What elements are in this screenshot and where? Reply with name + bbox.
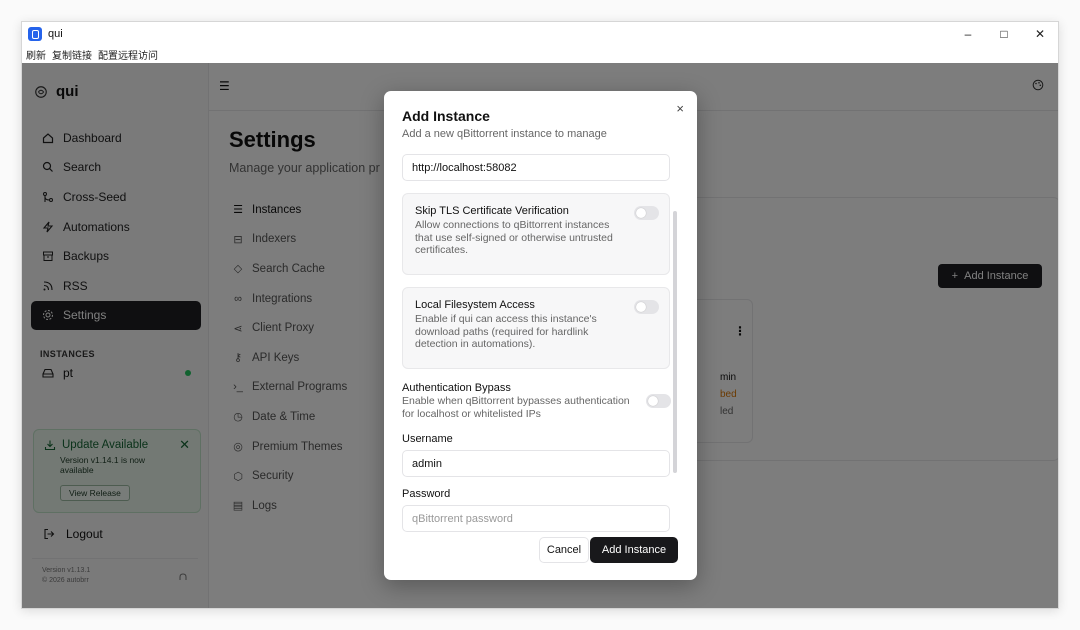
password-label: Password bbox=[402, 488, 451, 500]
maximize-button[interactable]: □ bbox=[986, 22, 1022, 46]
auth-bypass-description: Enable when qBittorrent bypasses authent… bbox=[402, 395, 630, 420]
minimize-button[interactable]: – bbox=[950, 22, 986, 46]
dialog-title: Add Instance bbox=[402, 108, 490, 124]
option-description: Allow connections to qBittorrent instanc… bbox=[415, 219, 613, 256]
menu-bar: 刷新 复制链接 配置远程访问 bbox=[22, 46, 1058, 62]
window-title: qui bbox=[48, 28, 63, 40]
auth-bypass-toggle[interactable] bbox=[646, 394, 671, 408]
skip-tls-toggle[interactable] bbox=[634, 206, 659, 220]
option-title: Local Filesystem Access bbox=[415, 299, 535, 311]
username-field[interactable]: admin bbox=[402, 450, 670, 477]
dialog-subtitle: Add a new qBittorrent instance to manage bbox=[402, 128, 607, 140]
skip-tls-option: Skip TLS Certificate Verification Allow … bbox=[402, 193, 670, 275]
username-label: Username bbox=[402, 433, 453, 445]
local-filesystem-toggle[interactable] bbox=[634, 300, 659, 314]
auth-bypass-title: Authentication Bypass bbox=[402, 382, 511, 394]
option-title: Skip TLS Certificate Verification bbox=[415, 205, 569, 217]
close-window-button[interactable]: ✕ bbox=[1022, 22, 1058, 46]
cancel-button[interactable]: Cancel bbox=[539, 537, 589, 563]
add-instance-submit-button[interactable]: Add Instance bbox=[590, 537, 678, 563]
dialog-scrollbar[interactable] bbox=[673, 211, 677, 473]
add-instance-dialog: × Add Instance Add a new qBittorrent ins… bbox=[384, 91, 697, 580]
menu-remote-access[interactable]: 配置远程访问 bbox=[98, 47, 158, 62]
title-bar: qui – □ ✕ bbox=[22, 22, 1058, 46]
option-description: Enable if qui can access this instance's… bbox=[415, 313, 597, 350]
menu-refresh[interactable]: 刷新 bbox=[26, 47, 46, 62]
url-field[interactable]: http://localhost:58082 bbox=[402, 154, 670, 181]
password-field[interactable]: qBittorrent password bbox=[402, 505, 670, 532]
app-icon bbox=[28, 27, 42, 41]
menu-copy-link[interactable]: 复制链接 bbox=[52, 47, 92, 62]
local-filesystem-option: Local Filesystem Access Enable if qui ca… bbox=[402, 287, 670, 369]
close-icon[interactable]: × bbox=[676, 101, 684, 116]
